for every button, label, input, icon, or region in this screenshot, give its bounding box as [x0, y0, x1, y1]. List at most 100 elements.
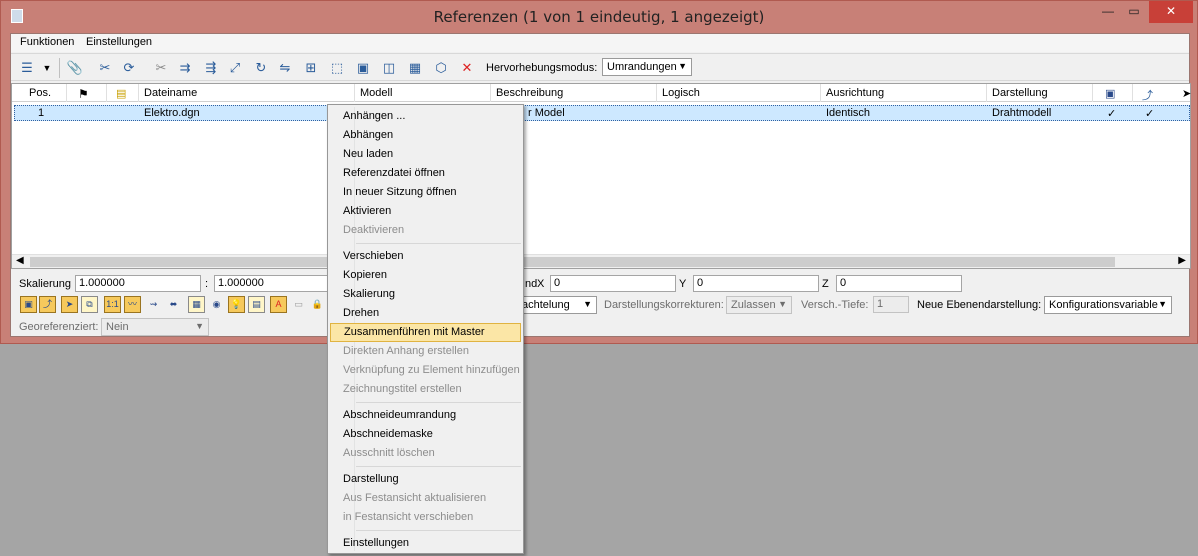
chevron-down-icon: ▼ — [583, 299, 592, 309]
lock-icon[interactable]: 🔒 — [309, 296, 326, 313]
menu-item-create-direct-attachment: Direkten Anhang erstellen — [343, 345, 469, 357]
scroll-right-icon[interactable]: ▶ — [1178, 255, 1186, 266]
menu-item-open-reference[interactable]: Referenzdatei öffnen — [330, 164, 521, 183]
menu-item-open-new-session[interactable]: In neuer Sitzung öffnen — [330, 183, 521, 202]
menu-item-reload[interactable]: Neu laden — [330, 145, 521, 164]
mirror-icon[interactable]: ⇋ — [275, 58, 295, 78]
chevron-down-icon[interactable]: ▼ — [37, 58, 57, 78]
move-icon[interactable]: ⇉ — [175, 58, 195, 78]
raster-toggle-icon[interactable]: ▭ — [290, 296, 307, 313]
snap-icon[interactable]: ⤴ — [1142, 87, 1153, 103]
chevron-down-icon: ▼ — [1158, 299, 1167, 309]
menu-item-merge-into-master[interactable]: Zusammenführen mit Master — [330, 323, 521, 342]
display-toggle-icon[interactable]: ▣ — [20, 296, 37, 313]
menu-item-move-to-saved-view: in Festansicht verschieben — [343, 511, 474, 523]
row-pos: 1 — [38, 107, 45, 119]
x-field[interactable]: 0 — [550, 275, 676, 292]
menu-item-activate[interactable]: Aktivieren — [330, 202, 521, 221]
nesting-depth-field[interactable]: 1 — [873, 296, 909, 313]
merge-icon[interactable]: ⊞ — [301, 58, 321, 78]
minimize-button[interactable]: — — [1095, 1, 1121, 23]
menu-item-move[interactable]: Verschieben — [330, 247, 521, 266]
menu-item-attach[interactable]: Anhängen ... — [330, 107, 521, 126]
menu-item-copy[interactable]: Kopieren — [330, 266, 521, 285]
georeferenced-value: Nein — [106, 321, 129, 333]
maximize-button[interactable]: ▭ — [1121, 1, 1147, 23]
row-filename: Elektro.dgn — [144, 107, 200, 119]
column-divider — [354, 84, 355, 102]
z-field[interactable]: 0 — [836, 275, 962, 292]
link-toggle-icon[interactable]: ⬌ — [165, 296, 182, 313]
globe-toggle-icon[interactable]: ◉ — [208, 296, 225, 313]
menu-item-clip-boundary[interactable]: Abschneideumrandung — [330, 406, 521, 425]
delete-icon[interactable]: ✕ — [457, 58, 477, 78]
table-row[interactable]: 1 Elektro.dgn r Model Identisch Drahtmod… — [14, 105, 1190, 121]
detach-icon[interactable]: ✂ — [95, 58, 115, 78]
display-toggle-icon[interactable]: ▣ — [1105, 87, 1115, 100]
column-beschreibung[interactable]: Beschreibung — [496, 87, 563, 99]
nesting-depth-label: Versch.-Tiefe: — [801, 299, 869, 311]
column-darstellung[interactable]: Darstellung — [992, 87, 1048, 99]
level-toggle-icon[interactable]: ▤ — [248, 296, 265, 313]
nesting-value: achtelung — [522, 299, 570, 311]
menu-item-display[interactable]: Darstellung — [330, 470, 521, 489]
scroll-left-icon[interactable]: ◀ — [16, 255, 24, 266]
scale-icon[interactable]: ⤢ — [225, 58, 245, 78]
column-logisch[interactable]: Logisch — [662, 87, 700, 99]
display-icon[interactable]: ⬡ — [431, 58, 451, 78]
column-ausrichtung[interactable]: Ausrichtung — [826, 87, 884, 99]
new-level-display-select[interactable]: Konfigurationsvariable ▼ — [1044, 296, 1172, 314]
menu-einstellungen[interactable]: Einstellungen — [86, 36, 152, 48]
menu-item-scale[interactable]: Skalierung — [330, 285, 521, 304]
flag-icon[interactable]: ⚑ — [78, 87, 89, 101]
title-bar[interactable]: Referenzen (1 von 1 eindeutig, 1 angezei… — [1, 1, 1197, 33]
horizontal-scrollbar[interactable]: ◀ ▶ — [12, 254, 1190, 268]
menu-item-clip-mask[interactable]: Abschneidemaske — [330, 425, 521, 444]
scale-field[interactable]: 1.000000 — [75, 275, 201, 292]
menu-item-settings[interactable]: Einstellungen — [330, 534, 521, 553]
settings-icon[interactable]: ▦ — [405, 58, 425, 78]
scale-label: Skalierung — [19, 278, 71, 290]
references-table: Pos. ⚑ ▤ Dateiname Modell Beschreibung L… — [11, 83, 1191, 269]
clip-boundary-icon[interactable]: ⬚ — [327, 58, 347, 78]
grid-toggle-icon[interactable]: ▦ — [188, 296, 205, 313]
locate-toggle-icon[interactable]: ➤ — [61, 296, 78, 313]
rotate-icon[interactable]: ↻ — [251, 58, 271, 78]
menu-item-detach[interactable]: Abhängen — [330, 126, 521, 145]
column-divider — [66, 84, 67, 102]
toolbar-separator — [59, 58, 60, 78]
scale-lines-toggle-icon[interactable]: 1:1 — [104, 296, 121, 313]
arrow-toggle-icon[interactable]: ⇝ — [145, 296, 162, 313]
row-snap-check[interactable]: ✓ — [1145, 107, 1154, 120]
copy-toggle-icon[interactable]: ⧉ — [81, 296, 98, 313]
attach-icon[interactable]: 📎 — [65, 58, 85, 78]
column-pos[interactable]: Pos. — [29, 87, 51, 99]
copy-icon[interactable]: ⇶ — [201, 58, 221, 78]
highlight-mode-select[interactable]: Umrandungen ▼ — [602, 58, 692, 76]
cut-icon[interactable]: ✂ — [151, 58, 171, 78]
menu-funktionen[interactable]: Funktionen — [20, 36, 74, 48]
cursor-icon: ➤ — [1182, 88, 1192, 100]
clip-delete-icon[interactable]: ◫ — [379, 58, 399, 78]
table-header: Pos. ⚑ ▤ Dateiname Modell Beschreibung L… — [12, 84, 1192, 103]
row-display-check[interactable]: ✓ — [1107, 107, 1116, 120]
snap-toggle-icon[interactable]: ⤴ — [39, 296, 56, 313]
column-modell[interactable]: Modell — [360, 87, 392, 99]
column-divider — [138, 84, 139, 102]
georeferenced-select[interactable]: Nein ▼ — [101, 318, 209, 336]
line-style-toggle-icon[interactable]: 〰 — [124, 296, 141, 313]
reload-icon[interactable]: ⟳ — [119, 58, 139, 78]
scrollbar-thumb[interactable] — [30, 257, 1115, 267]
close-button[interactable]: ✕ — [1149, 1, 1193, 23]
display-corrections-select[interactable]: Zulassen ▼ — [726, 296, 792, 314]
menu-item-rotate[interactable]: Drehen — [330, 304, 521, 323]
clip-mask-icon[interactable]: ▣ — [353, 58, 373, 78]
column-dateiname[interactable]: Dateiname — [144, 87, 197, 99]
annotation-toggle-icon[interactable]: A — [270, 296, 287, 313]
file-icon[interactable]: ▤ — [116, 87, 126, 100]
y-field[interactable]: 0 — [693, 275, 819, 292]
lightbulb-toggle-icon[interactable]: 💡 — [228, 296, 245, 313]
tree-view-icon[interactable]: ☰ — [17, 58, 37, 78]
nesting-select[interactable]: achtelung ▼ — [517, 296, 597, 314]
scale-field-2[interactable]: 1.000000 — [214, 275, 334, 292]
